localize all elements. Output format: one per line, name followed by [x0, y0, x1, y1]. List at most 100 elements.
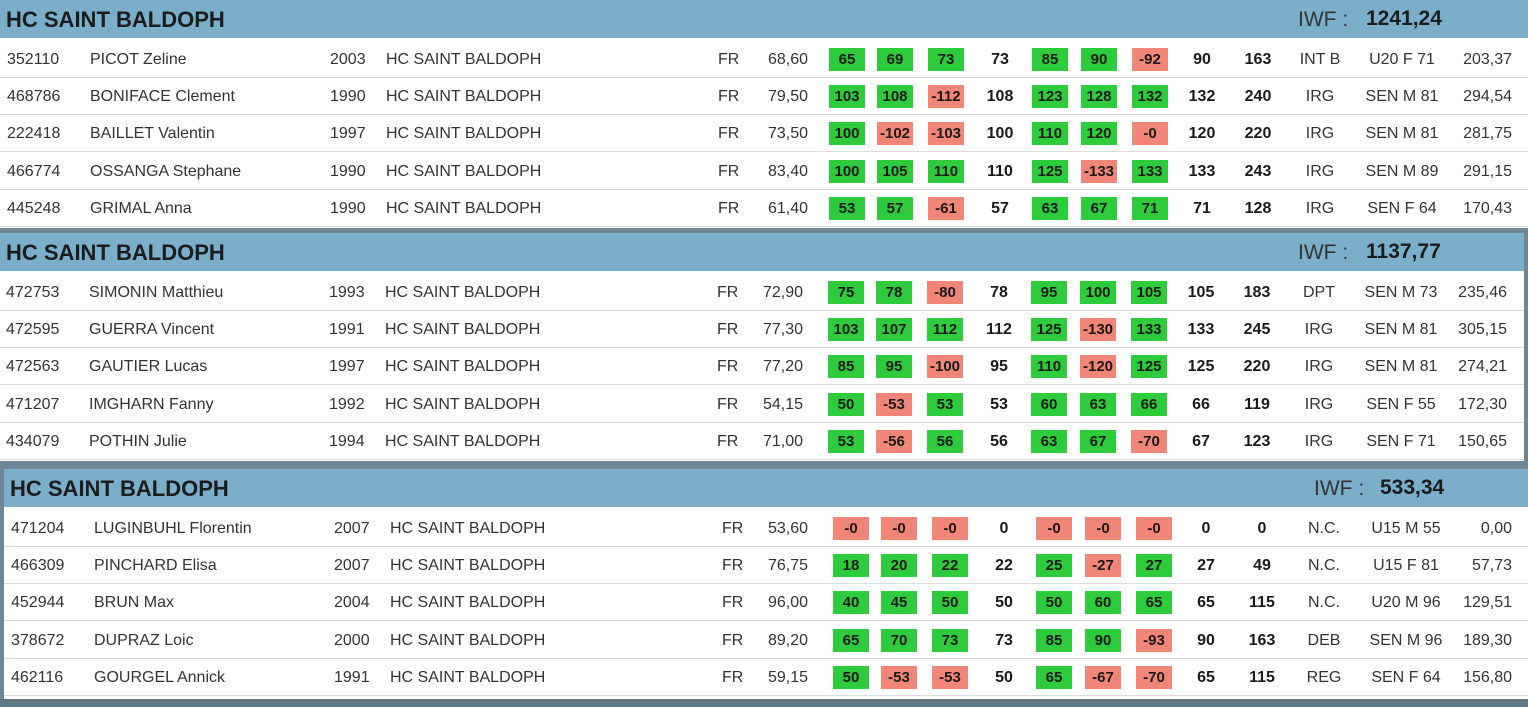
snatch-attempt-3: 73	[932, 628, 968, 652]
team-header: HC SAINT BALDOPH IWF : 1137,77	[0, 233, 1524, 271]
snatch-attempt-2: 78	[876, 281, 912, 304]
licence-number: 472753	[6, 284, 60, 301]
weight-category: SEN M 81	[1365, 125, 1439, 143]
body-weight: 77,30	[762, 321, 803, 339]
nationality: FR	[722, 557, 744, 575]
snatch-attempt-1: 40	[833, 591, 869, 615]
best-snatch: 95	[990, 358, 1008, 376]
iwf-points: 281,75	[1463, 125, 1512, 143]
body-weight: 83,40	[767, 162, 808, 180]
cj-attempt-2: 63	[1080, 392, 1116, 416]
body-weight: 79,50	[767, 88, 808, 106]
body-weight: 89,20	[767, 631, 808, 649]
best-snatch: 73	[995, 631, 1013, 649]
body-weight: 59,15	[767, 668, 808, 686]
athlete-row: 472595 GUERRA Vincent 1991 HC SAINT BALDOPH…	[0, 311, 1524, 349]
cj-attempt-2: -130	[1080, 318, 1116, 342]
licence-number: 445248	[7, 199, 61, 217]
snatch-attempt-2: 20	[881, 554, 917, 578]
nationality: FR	[718, 162, 740, 180]
athlete-row: 434079 POTHIN Julie 1994 HC SAINT BALDOPH FR…	[0, 423, 1524, 460]
athlete-name: DUPRAZ Loic	[94, 631, 194, 649]
nationality: FR	[718, 199, 740, 217]
snatch-attempt-3: 50	[932, 591, 968, 615]
licence-number: 471204	[11, 520, 65, 537]
snatch-attempt-1: 65	[829, 48, 865, 71]
birth-year: 2007	[334, 520, 370, 537]
snatch-attempt-3: 110	[928, 159, 964, 183]
snatch-attempt-1: 103	[829, 85, 865, 109]
weight-category: SEN M 89	[1365, 162, 1439, 180]
licence-number: 466774	[7, 162, 61, 180]
club-name: HC SAINT BALDOPH	[390, 594, 546, 612]
athlete-level: N.C.	[1308, 520, 1340, 537]
athlete-level: IRG	[1305, 199, 1335, 217]
licence-number: 378672	[11, 631, 65, 649]
snatch-attempt-1: 85	[828, 355, 864, 379]
athlete-row: 471204 LUGINBUHL Florentin 2007 HC SAINT BA…	[4, 510, 1528, 547]
athlete-name: GOURGEL Annick	[94, 668, 226, 686]
best-snatch: 78	[990, 284, 1008, 301]
athlete-row: 466774 OSSANGA Stephane 1990 HC SAINT BALDO…	[0, 153, 1528, 190]
snatch-attempt-1: 75	[828, 281, 864, 304]
weight-category: SEN F 64	[1371, 668, 1441, 686]
licence-number: 434079	[6, 432, 60, 450]
athlete-level: N.C.	[1308, 594, 1340, 612]
birth-year: 2004	[334, 594, 370, 612]
athlete-level: DPT	[1303, 284, 1335, 301]
best-snatch: 22	[995, 557, 1013, 575]
iwf-points: 274,21	[1458, 358, 1507, 376]
snatch-attempt-3: -112	[928, 85, 964, 109]
snatch-attempt-3: -103	[928, 122, 964, 146]
best-snatch: 73	[991, 51, 1009, 68]
body-weight: 77,20	[762, 358, 803, 376]
club-name: HC SAINT BALDOPH	[390, 520, 546, 537]
athlete-row: 352110 PICOT Zeline 2003 HC SAINT BALDOPH FR…	[0, 41, 1528, 78]
iwf-points: 291,15	[1463, 162, 1512, 180]
weight-category: U15 F 81	[1373, 557, 1439, 575]
body-weight: 68,60	[767, 51, 808, 68]
birth-year: 1990	[330, 199, 366, 217]
snatch-attempt-2: 105	[877, 159, 913, 183]
weight-category: U20 M 96	[1371, 594, 1441, 612]
weight-category: U15 M 55	[1371, 520, 1441, 537]
nationality: FR	[717, 432, 739, 450]
snatch-attempt-3: 22	[932, 554, 968, 578]
weight-category: SEN M 96	[1369, 631, 1443, 649]
athlete-level: IRG	[1305, 125, 1335, 143]
body-weight: 96,00	[767, 594, 808, 612]
athlete-row: 222418 BAILLET Valentin 1997 HC SAINT BALDO…	[0, 115, 1528, 153]
cj-attempt-2: 120	[1081, 122, 1117, 146]
athlete-level: REG	[1306, 668, 1342, 686]
birth-year: 1990	[330, 88, 366, 106]
snatch-attempt-3: -61	[928, 196, 964, 220]
birth-year: 1997	[330, 125, 366, 143]
iwf-points: 129,51	[1463, 594, 1512, 612]
snatch-attempt-2: 57	[877, 196, 913, 220]
snatch-attempt-1: 18	[833, 554, 869, 578]
athlete-name: GUERRA Vincent	[89, 321, 215, 339]
athlete-name: GAUTIER Lucas	[89, 358, 208, 376]
nationality: FR	[722, 668, 744, 686]
body-weight: 61,40	[767, 199, 808, 217]
iwf-points: 57,73	[1471, 557, 1512, 575]
body-weight: 76,75	[767, 557, 808, 575]
snatch-attempt-1: 100	[829, 122, 865, 146]
snatch-attempt-3: 73	[928, 48, 964, 71]
nationality: FR	[717, 358, 739, 376]
athlete-name: PICOT Zeline	[90, 51, 187, 68]
cj-attempt-2: 60	[1085, 591, 1121, 615]
iwf-points: 0,00	[1480, 520, 1512, 537]
snatch-attempt-1: 53	[829, 196, 865, 220]
birth-year: 1991	[329, 321, 365, 339]
team-header: HC SAINT BALDOPH IWF : 1241,24	[0, 0, 1528, 38]
nationality: FR	[722, 594, 744, 612]
snatch-attempt-1: 103	[828, 318, 864, 342]
athlete-level: IRG	[1304, 395, 1334, 413]
team-block: HC SAINT BALDOPH IWF : 1241,24 352110 PIC…	[0, 0, 1528, 228]
snatch-attempt-1: 50	[833, 665, 869, 689]
snatch-attempt-1: -0	[833, 517, 869, 540]
cj-attempt-2: -27	[1085, 554, 1121, 578]
best-snatch: 50	[995, 594, 1013, 612]
birth-year: 1990	[330, 162, 366, 180]
